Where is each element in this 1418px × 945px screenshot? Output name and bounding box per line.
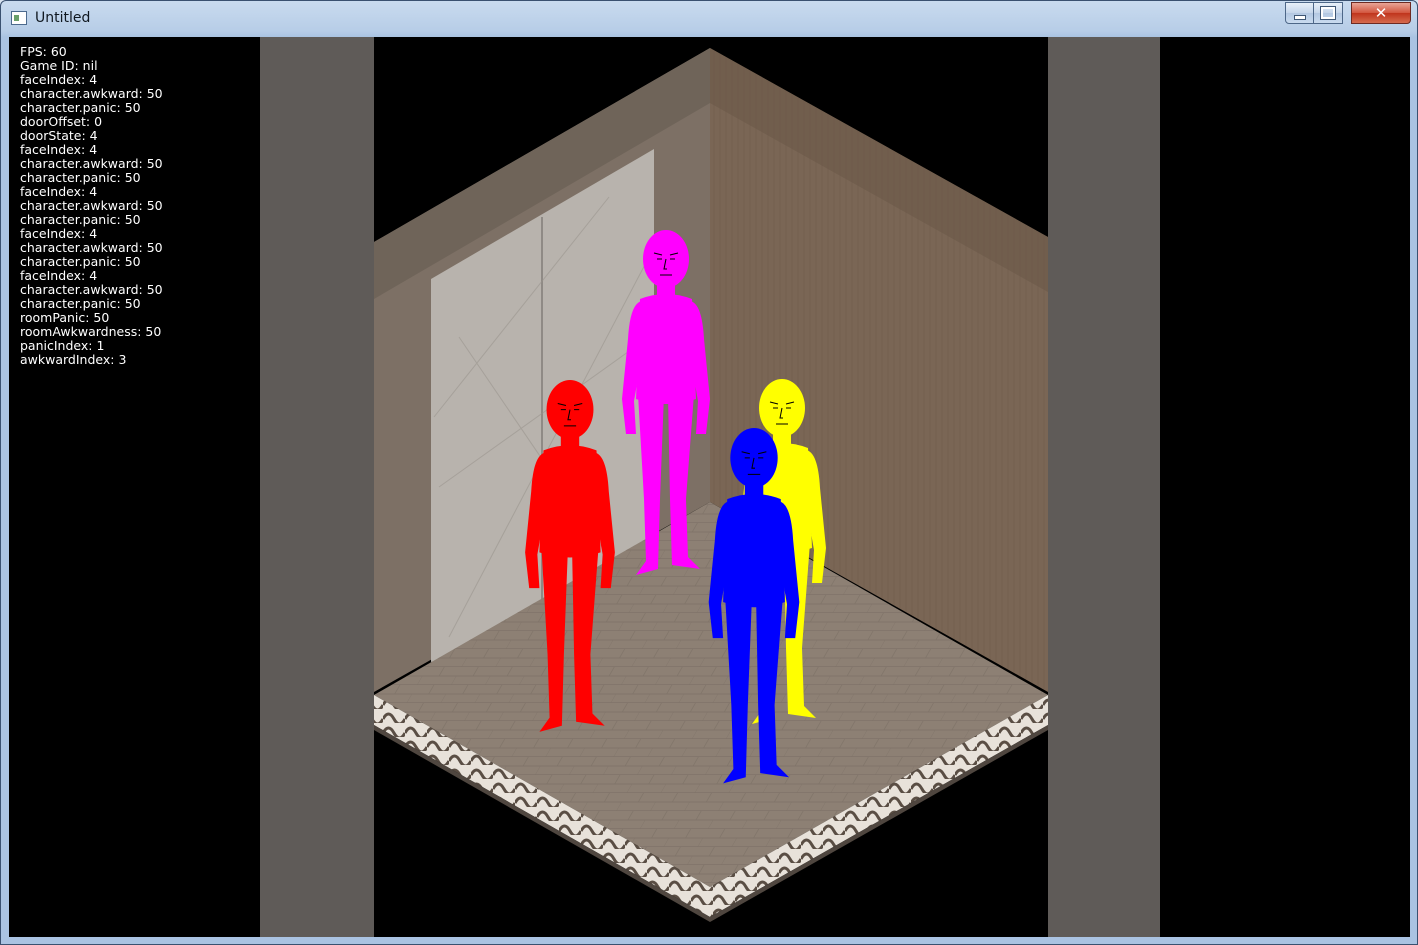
debug-overlay: FPS: 60 Game ID: nil faceIndex: 4 character… xyxy=(20,45,163,367)
debug-line: character.panic: 50 xyxy=(20,100,141,115)
close-button[interactable]: ✕ xyxy=(1351,2,1411,24)
close-icon: ✕ xyxy=(1374,4,1388,22)
debug-line: character.awkward: 50 xyxy=(20,198,163,213)
maximize-button[interactable] xyxy=(1313,2,1343,24)
debug-line: faceIndex: 4 xyxy=(20,142,98,157)
debug-line: doorOffset: 0 xyxy=(20,114,103,129)
debug-line: character.panic: 50 xyxy=(20,296,141,311)
maximize-icon xyxy=(1314,3,1342,23)
left-pillar xyxy=(260,37,374,937)
app-window: Untitled ✕ FPS: 60 Game ID: nil faceInde… xyxy=(0,0,1418,945)
debug-line: faceIndex: 4 xyxy=(20,226,98,241)
debug-line: character.panic: 50 xyxy=(20,212,141,227)
debug-line: character.awkward: 50 xyxy=(20,156,163,171)
debug-line: faceIndex: 4 xyxy=(20,72,98,87)
minimize-button[interactable] xyxy=(1285,2,1314,24)
debug-line: FPS: 60 xyxy=(20,44,67,59)
debug-line: character.panic: 50 xyxy=(20,170,141,185)
debug-line: Game ID: nil xyxy=(20,58,98,73)
title-bar[interactable]: Untitled ✕ xyxy=(1,1,1417,37)
debug-line: character.awkward: 50 xyxy=(20,240,163,255)
debug-line: panicIndex: 1 xyxy=(20,338,105,353)
debug-line: awkwardIndex: 3 xyxy=(20,352,127,367)
minimize-icon xyxy=(1286,3,1313,23)
debug-line: character.awkward: 50 xyxy=(20,86,163,101)
debug-line: roomAwkwardness: 50 xyxy=(20,324,162,339)
debug-line: faceIndex: 4 xyxy=(20,268,98,283)
debug-line: doorState: 4 xyxy=(20,128,98,143)
debug-line: character.awkward: 50 xyxy=(20,282,163,297)
window-title: Untitled xyxy=(35,10,91,26)
debug-line: character.panic: 50 xyxy=(20,254,141,269)
debug-line: roomPanic: 50 xyxy=(20,310,110,325)
debug-line: faceIndex: 4 xyxy=(20,184,98,199)
game-viewport[interactable]: FPS: 60 Game ID: nil faceIndex: 4 character… xyxy=(9,37,1410,937)
right-pillar xyxy=(1048,37,1160,937)
app-window-icon xyxy=(11,11,27,25)
game-scene xyxy=(260,37,1160,937)
